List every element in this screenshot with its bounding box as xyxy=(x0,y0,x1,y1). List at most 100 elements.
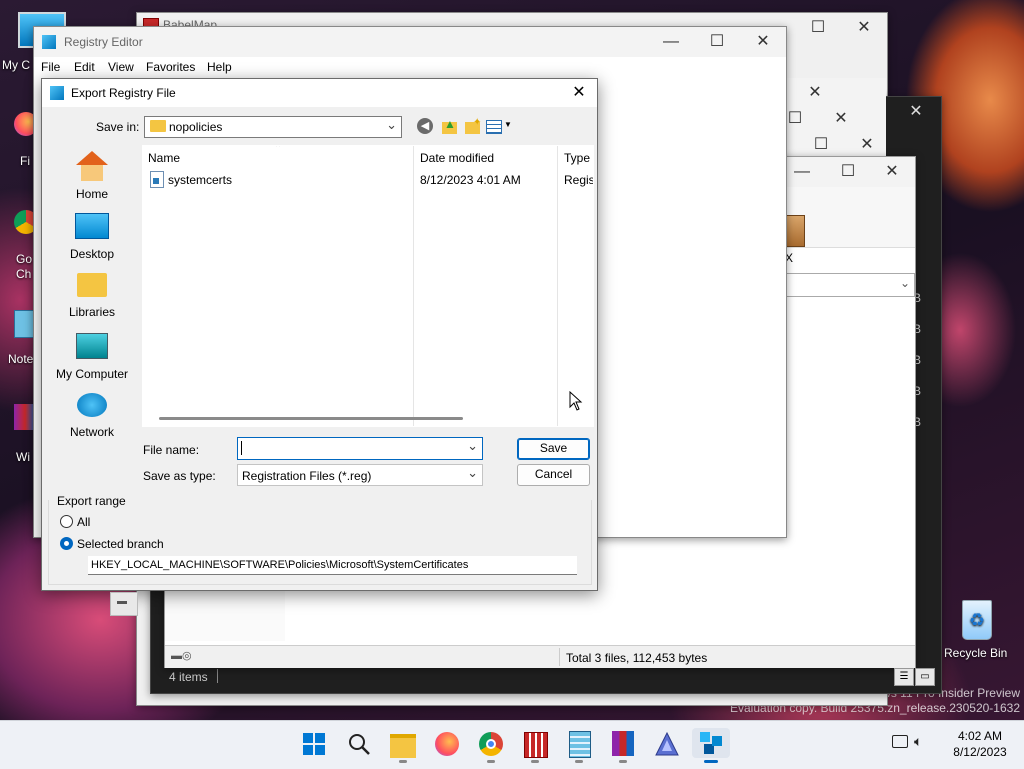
desktop-icon-recycle-bin[interactable]: ♻ Recycle Bin xyxy=(940,596,1010,660)
search-button[interactable] xyxy=(344,728,374,758)
registry-icon xyxy=(50,86,64,100)
close-icon: ✕ xyxy=(572,84,586,101)
file-name: systemcerts xyxy=(168,173,233,187)
size-letter: B xyxy=(913,415,922,429)
dialog-title: Export Registry File xyxy=(71,86,176,100)
dark-window-close-button[interactable]: ✕ xyxy=(893,97,939,127)
save-as-type-label: Save as type: xyxy=(143,469,216,483)
file-manager-maximize-button[interactable]: ☐ xyxy=(825,157,871,187)
file-type: Regis xyxy=(564,173,594,187)
stacked-window-3[interactable]: ☐ ✕ xyxy=(782,132,886,158)
radio-checked-icon xyxy=(60,537,73,550)
app-button[interactable] xyxy=(652,728,682,758)
registry-editor-minimize-button[interactable]: — xyxy=(648,27,694,57)
file-explorer-button[interactable] xyxy=(388,728,418,763)
volume-icon: 🔈︎ xyxy=(914,733,923,749)
file-list[interactable]: Name ⌃ Date modified Type systemcerts 8/… xyxy=(142,145,594,427)
menu-view[interactable]: View xyxy=(108,60,134,74)
file-manager-close-button[interactable]: ✕ xyxy=(869,157,915,187)
status-total: Total 3 files, 112,453 bytes xyxy=(566,651,708,665)
babelmap-close-button[interactable]: ✕ xyxy=(841,13,887,43)
network-status-button[interactable] xyxy=(892,735,910,751)
notepad-icon xyxy=(569,731,591,758)
column-header-name[interactable]: Name xyxy=(148,151,180,165)
registry-editor-close-button[interactable]: ✕ xyxy=(740,27,786,57)
place-my-computer[interactable]: My Computer xyxy=(42,333,142,381)
view-menu-button[interactable]: ▼ xyxy=(486,118,514,136)
save-as-type-value: Registration Files (*.reg) xyxy=(242,469,372,483)
network-icon xyxy=(77,393,107,417)
winrar-icon xyxy=(612,731,634,756)
size-letter: B xyxy=(913,353,922,367)
small-drive-button[interactable]: ▬ xyxy=(110,592,138,616)
menu-help[interactable]: Help xyxy=(207,60,232,74)
place-label: Desktop xyxy=(69,247,115,261)
cancel-button[interactable]: Cancel xyxy=(517,464,590,486)
place-label: Libraries xyxy=(68,305,116,319)
menu-favorites[interactable]: Favorites xyxy=(146,60,195,74)
size-letter: B xyxy=(913,384,922,398)
app-icon xyxy=(655,731,679,756)
winrar-button[interactable] xyxy=(608,728,638,763)
back-button[interactable]: ◀ xyxy=(417,118,435,136)
horizontal-scrollbar[interactable] xyxy=(159,417,463,420)
stacked-window-2[interactable]: ☐ ✕ xyxy=(782,106,886,132)
place-network[interactable]: Network xyxy=(42,393,142,439)
selected-branch-input[interactable]: HKEY_LOCAL_MACHINE\SOFTWARE\Policies\Mic… xyxy=(88,556,577,575)
running-indicator xyxy=(531,760,539,763)
size-letter: B xyxy=(913,291,922,305)
new-folder-button[interactable]: ✦ xyxy=(463,117,483,137)
registry-editor-menubar: File Edit View Favorites Help xyxy=(34,57,786,77)
running-indicator xyxy=(619,760,627,763)
home-icon xyxy=(76,151,108,183)
menu-file[interactable]: File xyxy=(41,60,60,74)
chevron-down-icon: ⌄ xyxy=(467,465,478,480)
details-view-button[interactable]: ☰ xyxy=(894,668,914,686)
place-home[interactable]: Home xyxy=(42,151,142,201)
sparkle-icon: ✦ xyxy=(473,117,482,128)
libraries-icon xyxy=(77,273,107,297)
up-arrow-icon: ▲ xyxy=(444,117,456,131)
column-header-date-modified[interactable]: Date modified xyxy=(420,151,494,165)
registry-editor-maximize-button[interactable]: ☐ xyxy=(694,27,740,57)
file-explorer-icon xyxy=(390,734,416,758)
chrome-button[interactable] xyxy=(476,728,506,763)
status-separator xyxy=(559,648,560,666)
desktop-icon-label: My C xyxy=(2,58,30,72)
babelmap-maximize-button[interactable]: ☐ xyxy=(795,13,841,43)
registry-editor-button[interactable] xyxy=(692,728,730,763)
firefox-button[interactable] xyxy=(432,728,462,758)
file-row[interactable]: systemcerts 8/12/2023 4:01 AM Regis xyxy=(143,170,593,190)
text-caret xyxy=(241,441,242,455)
status-divider xyxy=(217,669,218,683)
dialog-titlebar: Export Registry File ✕ xyxy=(42,79,597,107)
clock-date: 8/12/2023 xyxy=(953,745,1007,759)
desktop-icon-label: Note xyxy=(8,352,34,366)
clock[interactable]: 4:02 AM 8/12/2023 xyxy=(942,728,1018,760)
dialog-close-button[interactable]: ✕ xyxy=(564,81,594,105)
babelmap-button[interactable] xyxy=(520,728,550,763)
chevron-down-icon[interactable]: ⌄ xyxy=(467,438,478,454)
file-manager-path-field[interactable]: ⌄ xyxy=(785,273,915,297)
save-as-type-dropdown[interactable]: Registration Files (*.reg) ⌄ xyxy=(237,464,483,486)
column-header-type[interactable]: Type xyxy=(564,151,590,165)
save-in-dropdown[interactable]: nopolicies ⌄ xyxy=(144,116,402,138)
export-registry-dialog[interactable]: Export Registry File ✕ Save in: nopolici… xyxy=(41,78,598,591)
save-button[interactable]: Save xyxy=(517,438,590,460)
reg-file-icon xyxy=(150,171,164,188)
file-name-label: File name: xyxy=(143,443,200,457)
file-name-input[interactable]: ⌄ xyxy=(237,437,483,460)
up-folder-button[interactable]: ▲ xyxy=(440,117,460,137)
volume-button[interactable]: 🔈︎ xyxy=(914,733,934,751)
notepad-button[interactable] xyxy=(564,728,594,763)
preview-view-button[interactable]: ▭ xyxy=(915,668,935,686)
place-libraries[interactable]: Libraries xyxy=(42,273,142,319)
drive-icon: ▬◎ xyxy=(171,650,192,662)
radio-all-label: All xyxy=(77,515,91,529)
file-manager-statusbar: ▬◎ Total 3 files, 112,453 bytes xyxy=(165,645,915,668)
start-button[interactable] xyxy=(300,728,330,758)
place-desktop[interactable]: Desktop xyxy=(42,213,142,261)
menu-edit[interactable]: Edit xyxy=(74,60,95,74)
view-grid-icon xyxy=(486,120,502,134)
clock-time: 4:02 AM xyxy=(957,729,1003,743)
